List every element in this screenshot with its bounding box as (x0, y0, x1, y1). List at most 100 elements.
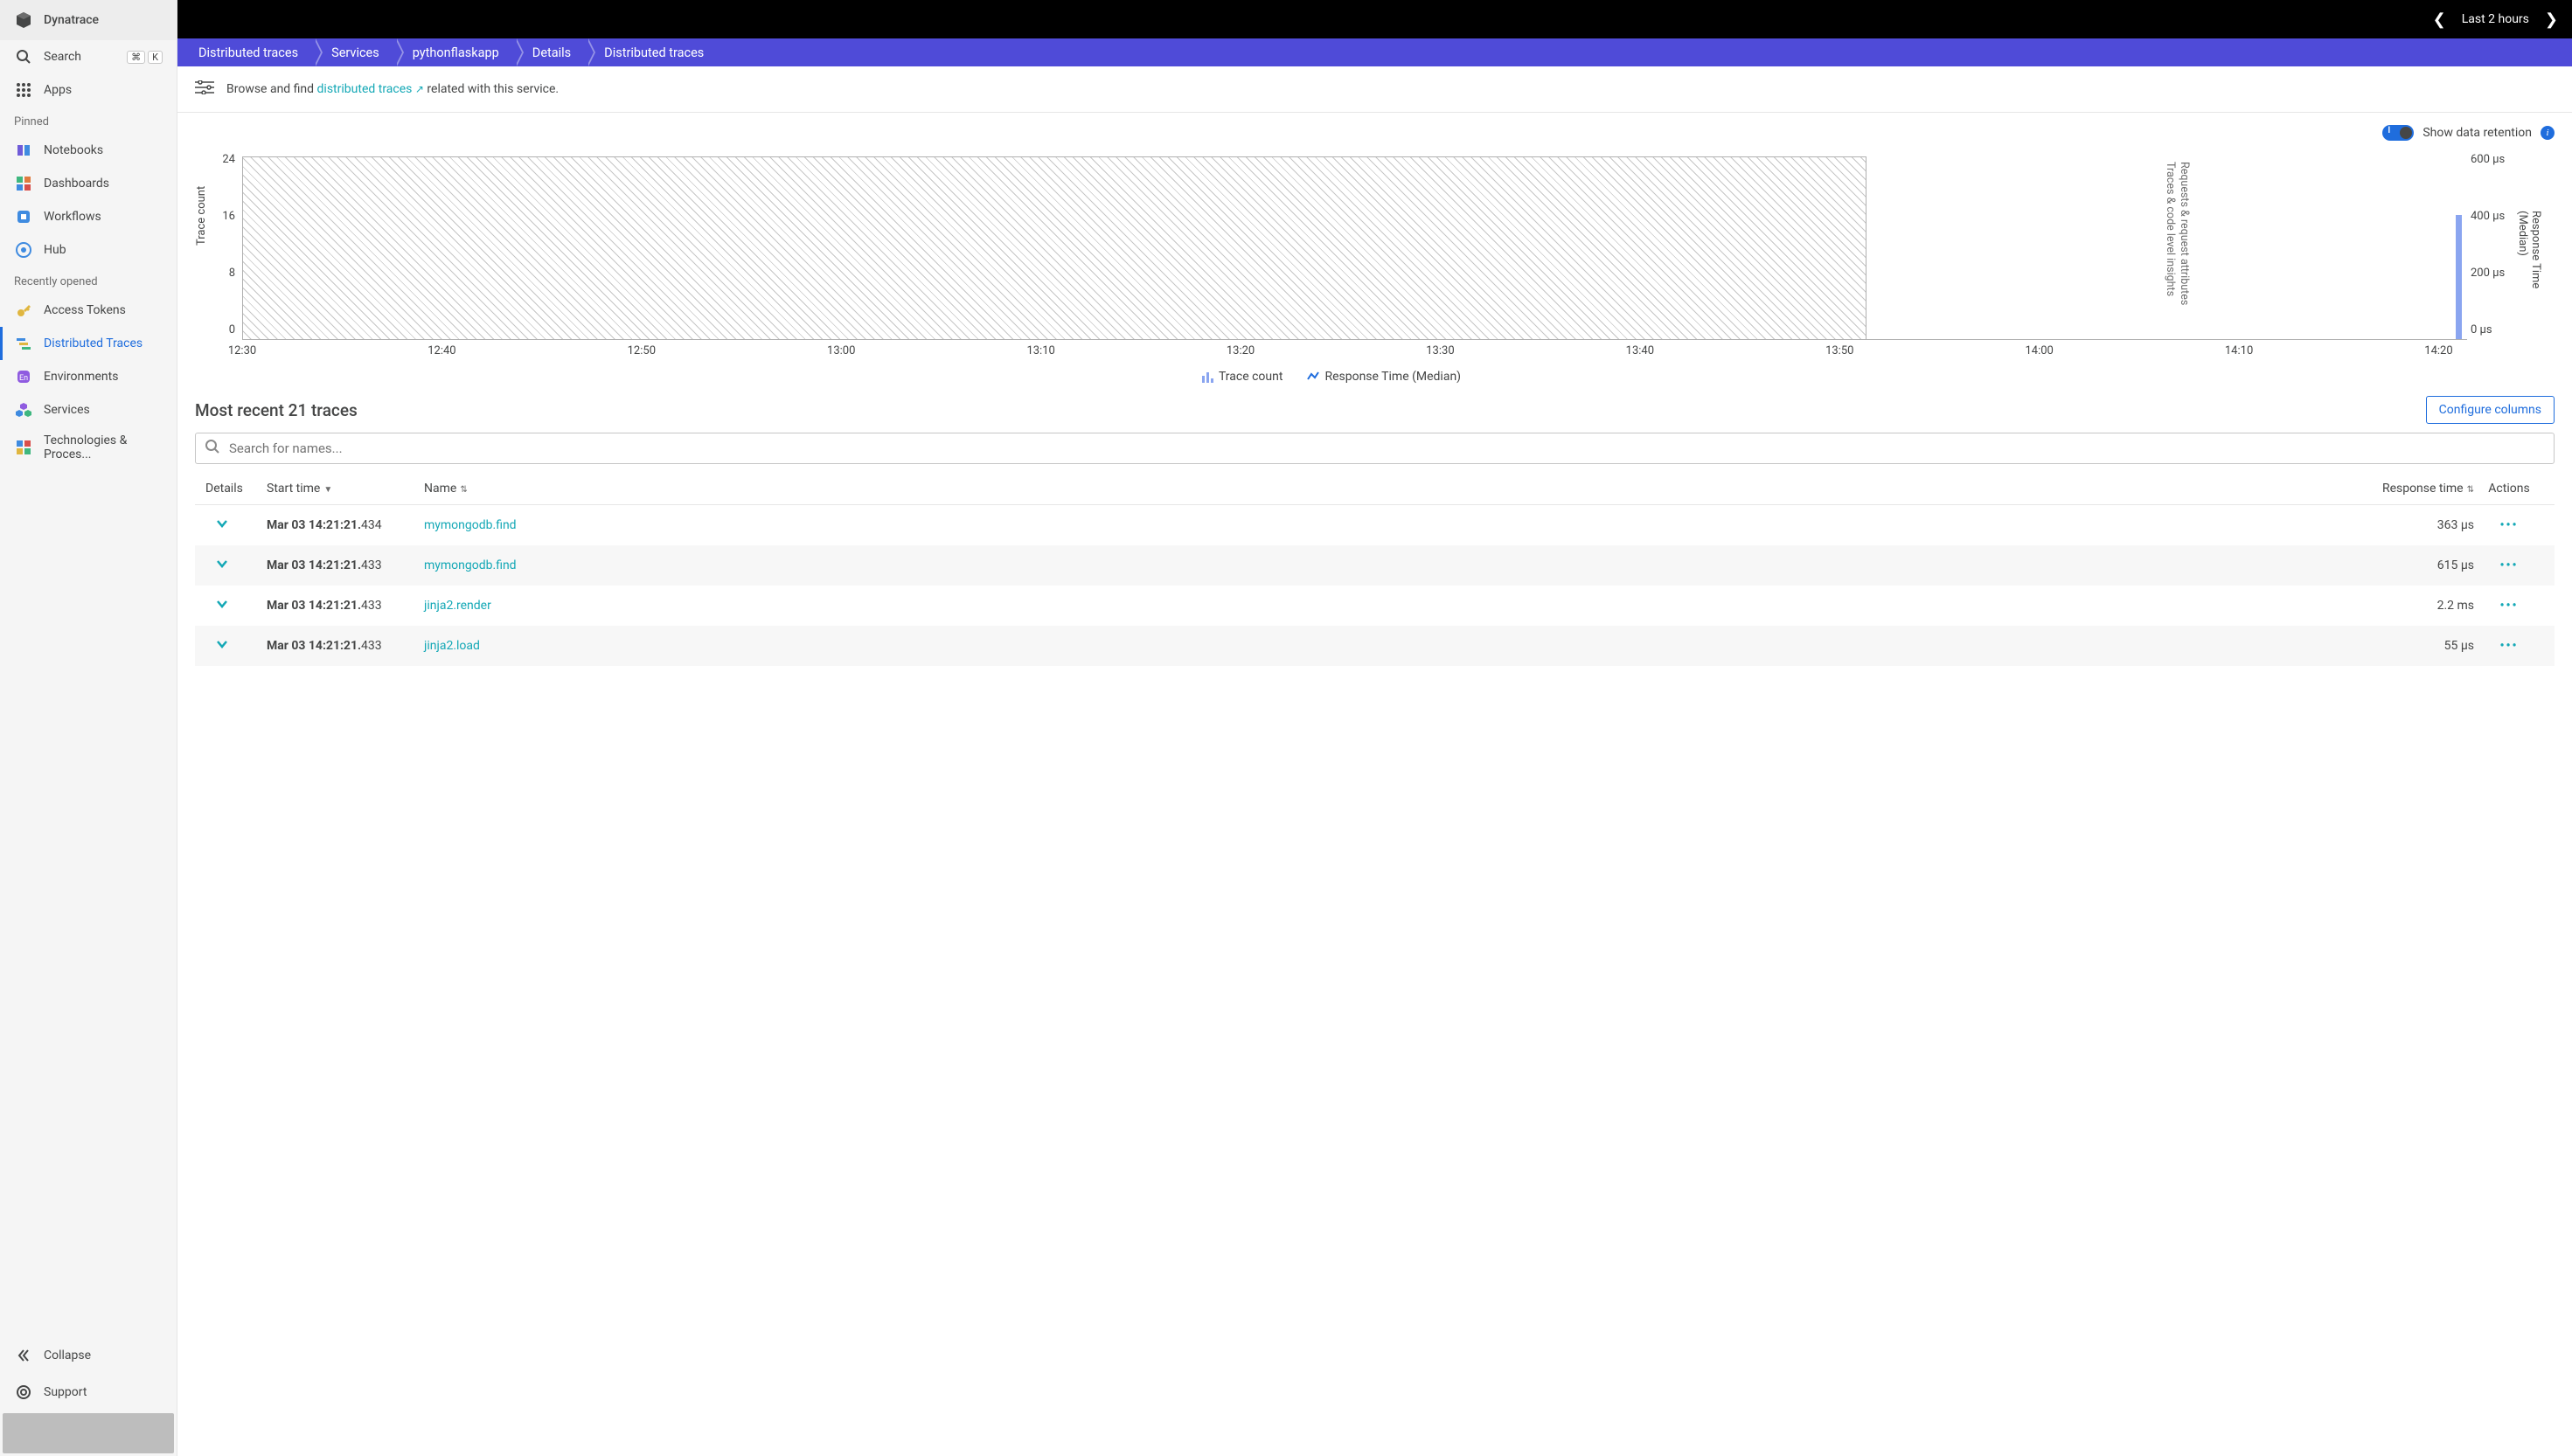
traces-table: Details Start time▼ Name⇅ Response time⇅… (195, 473, 2555, 666)
search-shortcut: ⌘ K (127, 51, 163, 64)
sidebar-item-hub[interactable]: Hub (0, 233, 177, 267)
col-details: Details (205, 482, 267, 496)
trace-name-link[interactable]: jinja2.render (424, 599, 2343, 613)
info-bar: Browse and find distributed traces ↗ rel… (177, 66, 2572, 113)
search-label: Search (44, 50, 81, 64)
response-time-cell: 55 µs (2343, 639, 2474, 653)
breadcrumb-item[interactable]: Distributed traces (587, 38, 719, 66)
workflows-icon (14, 207, 33, 226)
expand-row-icon[interactable] (205, 517, 267, 533)
environments-icon: En (14, 367, 33, 386)
apps-icon (14, 80, 33, 100)
collapse-label: Collapse (44, 1349, 91, 1362)
show-data-retention-toggle[interactable]: I (2382, 125, 2414, 141)
col-name[interactable]: Name⇅ (424, 482, 2343, 496)
trace-name-link[interactable]: mymongodb.find (424, 558, 2343, 572)
breadcrumb-item[interactable]: Details (515, 38, 587, 66)
sidebar-collapse[interactable]: Collapse (0, 1337, 177, 1374)
col-response-time[interactable]: Response time⇅ (2343, 482, 2474, 496)
support-label: Support (44, 1385, 87, 1399)
search-icon (205, 439, 220, 458)
y-axis-right-label: Response Time (Median) (2516, 211, 2542, 326)
svg-text:En: En (19, 374, 28, 383)
response-time-cell: 363 µs (2343, 518, 2474, 532)
line-chart-icon (1307, 371, 1319, 383)
brand-item[interactable]: Dynatrace (0, 0, 177, 40)
sidebar-item-label: Services (44, 403, 90, 417)
row-actions-icon[interactable]: ••• (2474, 639, 2544, 653)
chart-plot-area[interactable] (242, 156, 2467, 340)
table-row: Mar 03 14:21:21.433jinja2.render2.2 ms••… (195, 586, 2555, 626)
expand-row-icon[interactable] (205, 598, 267, 614)
sidebar-item-technologies[interactable]: Technologies & Proces... (0, 426, 177, 468)
notebooks-icon (14, 141, 33, 160)
breadcrumb: Distributed traces Services pythonflaska… (177, 38, 2572, 66)
legend-trace-count[interactable]: Trace count (1201, 370, 1283, 384)
retained-region (242, 156, 1866, 339)
legend-response-time[interactable]: Response Time (Median) (1307, 370, 1461, 384)
row-actions-icon[interactable]: ••• (2474, 599, 2544, 613)
sidebar-item-access-tokens[interactable]: Access Tokens (0, 294, 177, 327)
sidebar-item-workflows[interactable]: Workflows (0, 200, 177, 233)
sort-icon: ⇅ (460, 485, 467, 495)
sort-icon: ⇅ (2467, 485, 2474, 495)
y-axis-left-ticks: 24 16 8 0 (219, 153, 235, 336)
brand-icon (14, 10, 33, 30)
bar-chart-icon (1201, 371, 1213, 383)
expand-row-icon[interactable] (205, 638, 267, 654)
sort-desc-icon: ▼ (323, 485, 332, 495)
sidebar-item-services[interactable]: Services (0, 393, 177, 426)
row-actions-icon[interactable]: ••• (2474, 518, 2544, 532)
breadcrumb-item[interactable]: pythonflaskapp (395, 38, 515, 66)
table-row: Mar 03 14:21:21.433mymongodb.find615 µs•… (195, 545, 2555, 586)
timeframe-prev-icon[interactable]: ❮ (2429, 10, 2450, 29)
sidebar-apps[interactable]: Apps (0, 73, 177, 107)
sidebar-footer-placeholder (3, 1413, 174, 1453)
sidebar-support[interactable]: Support (0, 1374, 177, 1411)
row-actions-icon[interactable]: ••• (2474, 558, 2544, 572)
y-axis-right-ticks: 600 µs 400 µs 200 µs 0 µs (2471, 153, 2505, 336)
trace-name-link[interactable]: jinja2.load (424, 639, 2343, 653)
overview-chart: Trace count 24 16 8 0 Traces & code leve… (195, 153, 2555, 384)
key-icon (14, 301, 33, 320)
technologies-icon (14, 438, 33, 457)
distributed-traces-link[interactable]: distributed traces ↗ (317, 82, 424, 96)
info-text: Browse and find distributed traces ↗ rel… (226, 82, 559, 96)
col-start-time[interactable]: Start time▼ (267, 482, 424, 496)
y-axis-left-label: Trace count (195, 185, 208, 245)
sidebar-item-label: Distributed Traces (44, 336, 143, 350)
timeframe-next-icon[interactable]: ❯ (2541, 10, 2562, 29)
filter-icon (195, 80, 214, 98)
sidebar-item-label: Workflows (44, 210, 101, 224)
breadcrumb-item[interactable]: Distributed traces (181, 38, 314, 66)
recent-section-label: Recently opened (0, 267, 177, 294)
sidebar: Dynatrace Search ⌘ K Apps Pinned (0, 0, 177, 1456)
sidebar-item-dashboards[interactable]: Dashboards (0, 167, 177, 200)
trace-search[interactable] (195, 433, 2555, 464)
table-row: Mar 03 14:21:21.434mymongodb.find363 µs•… (195, 505, 2555, 545)
expand-row-icon[interactable] (205, 558, 267, 573)
topbar: ❮ Last 2 hours ❯ (177, 0, 2572, 38)
trace-count-bar (2456, 215, 2462, 339)
breadcrumb-item[interactable]: Services (314, 38, 395, 66)
start-time-cell: Mar 03 14:21:21.433 (267, 558, 424, 572)
dashboards-icon (14, 174, 33, 193)
response-time-cell: 2.2 ms (2343, 599, 2474, 613)
external-link-icon: ↗ (415, 83, 424, 95)
sidebar-item-distributed-traces[interactable]: Distributed Traces (0, 327, 177, 360)
timeframe-label[interactable]: Last 2 hours (2462, 12, 2529, 26)
search-icon (14, 47, 33, 66)
sidebar-item-notebooks[interactable]: Notebooks (0, 134, 177, 167)
sidebar-item-label: Access Tokens (44, 303, 126, 317)
sidebar-search[interactable]: Search ⌘ K (0, 40, 177, 73)
table-row: Mar 03 14:21:21.433jinja2.load55 µs••• (195, 626, 2555, 666)
sidebar-item-label: Notebooks (44, 143, 103, 157)
trace-name-link[interactable]: mymongodb.find (424, 518, 2343, 532)
configure-columns-button[interactable]: Configure columns (2426, 396, 2555, 424)
info-icon[interactable]: i (2541, 126, 2555, 140)
traces-icon (14, 334, 33, 353)
start-time-cell: Mar 03 14:21:21.433 (267, 599, 424, 613)
start-time-cell: Mar 03 14:21:21.434 (267, 518, 424, 532)
sidebar-item-environments[interactable]: En Environments (0, 360, 177, 393)
trace-search-input[interactable] (229, 440, 2545, 456)
